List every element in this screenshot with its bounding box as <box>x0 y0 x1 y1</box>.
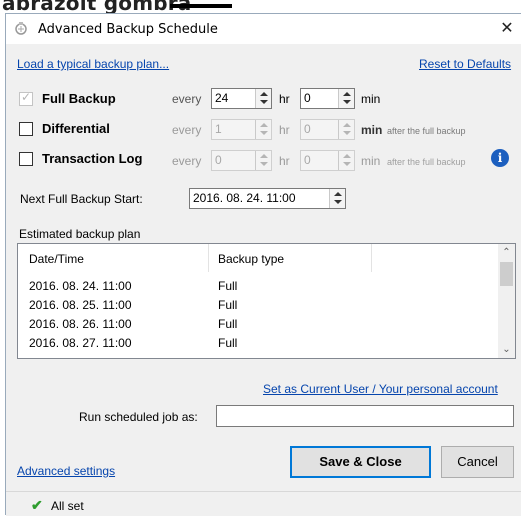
list-item[interactable]: 2016. 08. 24. 11:00 Full <box>18 276 498 296</box>
row-date: 2016. 08. 24. 11:00 <box>29 279 132 293</box>
row-type: Full <box>218 298 238 312</box>
tlog-hours-spin-buttons[interactable] <box>255 151 271 170</box>
tlog-minutes-spin-buttons[interactable] <box>338 151 354 170</box>
estimated-plan-list[interactable]: Date/Time Backup type 2016. 08. 24. 11:0… <box>17 243 516 359</box>
full-minutes-value: 0 <box>304 91 311 105</box>
row-date: 2016. 08. 25. 11:00 <box>29 298 132 312</box>
scroll-down-icon[interactable]: ⌄ <box>498 341 515 358</box>
diff-minutes-stepper[interactable]: 0 <box>300 119 355 140</box>
list-scrollbar[interactable]: ⌃ ⌄ <box>498 244 515 358</box>
scroll-up-icon[interactable]: ⌃ <box>498 244 515 261</box>
row-date: 2016. 08. 27. 11:00 <box>29 336 132 350</box>
differential-label: Differential <box>42 121 110 136</box>
run-as-label: Run scheduled job as: <box>79 410 198 424</box>
status-text: All set <box>51 499 84 513</box>
row-type: Full <box>218 336 238 350</box>
transaction-log-label: Transaction Log <box>42 151 143 166</box>
diff-hours-spin-buttons[interactable] <box>255 120 271 139</box>
tlog-minutes-stepper[interactable]: 0 <box>300 150 355 171</box>
diff-min-label: min <box>361 123 383 137</box>
row-date: 2016. 08. 26. 11:00 <box>29 317 132 331</box>
diff-minutes-value: 0 <box>304 122 311 136</box>
column-header-datetime[interactable]: Date/Time <box>18 244 209 272</box>
load-typical-plan-link[interactable]: Load a typical backup plan... <box>17 57 169 71</box>
background-caption: abrázolt gombra <box>2 0 192 13</box>
app-icon <box>14 21 28 35</box>
column-datetime-label: Date/Time <box>29 252 84 266</box>
tlog-every-label: every <box>172 154 202 168</box>
tlog-minutes-value: 0 <box>304 153 311 167</box>
save-close-button[interactable]: Save & Close <box>290 446 431 478</box>
full-hours-spin-buttons[interactable] <box>255 89 271 108</box>
full-hr-label: hr <box>279 92 290 106</box>
full-every-label: every <box>172 92 202 106</box>
diff-hr-label: hr <box>279 123 290 137</box>
next-full-label: Next Full Backup Start: <box>20 192 143 206</box>
row-type: Full <box>218 317 238 331</box>
estimated-plan-label: Estimated backup plan <box>19 227 141 241</box>
column-header-backup-type[interactable]: Backup type <box>209 244 372 272</box>
diff-minutes-spin-buttons[interactable] <box>338 120 354 139</box>
full-minutes-spin-buttons[interactable] <box>338 89 354 108</box>
reset-defaults-link[interactable]: Reset to Defaults <box>419 57 511 71</box>
tlog-hours-stepper[interactable]: 0 <box>211 150 272 171</box>
next-full-datetime-picker[interactable]: 2016. 08. 24. 11:00 <box>189 188 346 209</box>
full-backup-checkbox[interactable] <box>19 90 33 106</box>
next-full-value: 2016. 08. 24. 11:00 <box>193 191 296 205</box>
list-item[interactable]: 2016. 08. 26. 11:00 Full <box>18 314 498 334</box>
full-hours-value: 24 <box>215 91 229 105</box>
list-header: Date/Time Backup type <box>18 244 498 272</box>
column-type-label: Backup type <box>218 252 285 266</box>
full-backup-label: Full Backup <box>42 91 116 106</box>
row-type: Full <box>218 279 238 293</box>
advanced-settings-link[interactable]: Advanced settings <box>17 464 115 478</box>
info-icon[interactable]: i <box>491 149 509 167</box>
transaction-log-checkbox[interactable] <box>19 152 33 166</box>
diff-note: after the full backup <box>387 126 466 136</box>
list-item[interactable]: 2016. 08. 25. 11:00 Full <box>18 295 498 315</box>
tlog-note: after the full backup <box>387 157 466 167</box>
diff-every-label: every <box>172 123 202 137</box>
close-icon[interactable]: ✕ <box>497 18 517 38</box>
dialog-title: Advanced Backup Schedule <box>38 22 218 37</box>
list-item[interactable]: 2016. 08. 27. 11:00 Full <box>18 333 498 353</box>
set-current-user-link[interactable]: Set as Current User / Your personal acco… <box>263 382 498 396</box>
next-full-spin-buttons[interactable] <box>329 189 345 208</box>
background-caption-fragment: abrázolt gombra <box>0 0 521 13</box>
tlog-min-label: min <box>361 154 381 168</box>
run-as-input[interactable] <box>216 405 514 427</box>
tlog-hr-label: hr <box>279 154 290 168</box>
diff-hours-stepper[interactable]: 1 <box>211 119 272 140</box>
full-hours-stepper[interactable]: 24 <box>211 88 272 109</box>
checkmark-icon: ✔ <box>31 497 43 513</box>
cancel-button[interactable]: Cancel <box>441 446 514 478</box>
full-min-label: min <box>361 92 381 106</box>
tlog-hours-value: 0 <box>215 153 222 167</box>
scrollbar-thumb[interactable] <box>500 262 513 286</box>
full-minutes-stepper[interactable]: 0 <box>300 88 355 109</box>
differential-checkbox[interactable] <box>19 122 33 136</box>
diff-hours-value: 1 <box>215 122 222 136</box>
background-underline <box>170 4 232 8</box>
